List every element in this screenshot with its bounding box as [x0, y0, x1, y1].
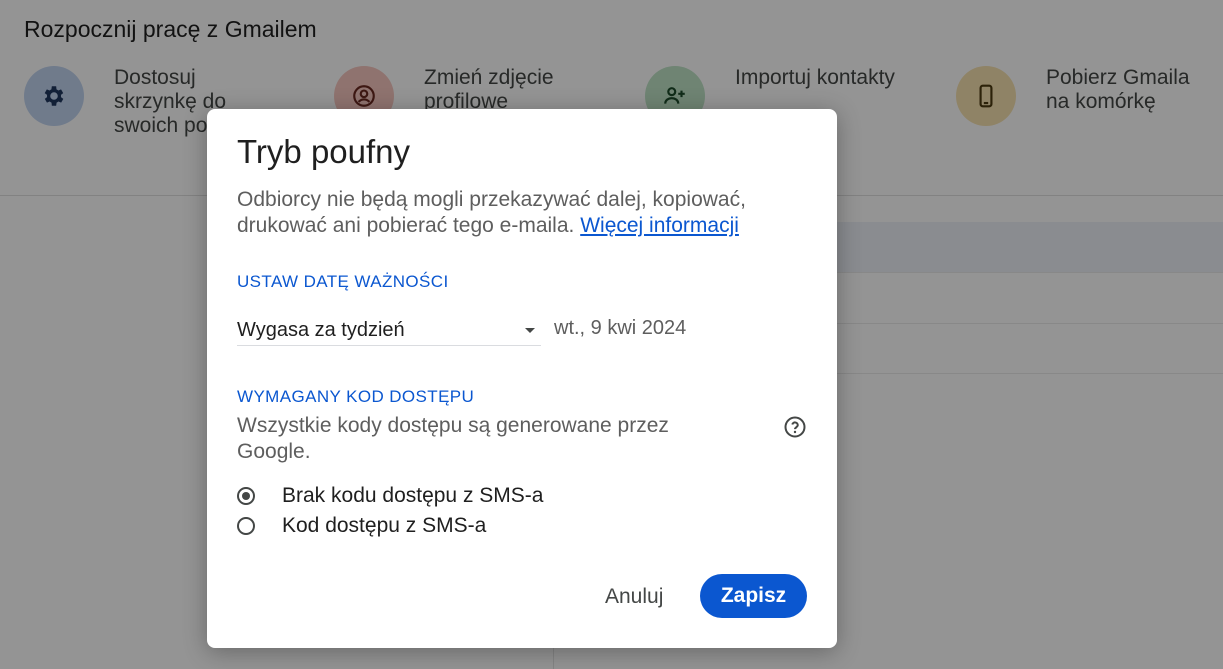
- help-icon[interactable]: [783, 415, 807, 439]
- dialog-description: Odbiorcy nie będą mogli przekazywać dale…: [237, 187, 797, 239]
- no-sms-passcode-option[interactable]: Brak kodu dostępu z SMS-a: [237, 484, 543, 508]
- cancel-button[interactable]: Anuluj: [597, 575, 671, 619]
- expiry-date: wt., 9 kwi 2024: [554, 317, 687, 339]
- sms-passcode-option[interactable]: Kod dostępu z SMS-a: [237, 514, 486, 538]
- passcode-description: Wszystkie kody dostępu są generowane prz…: [237, 414, 669, 463]
- save-button[interactable]: Zapisz: [700, 574, 807, 618]
- radio-label: Brak kodu dostępu z SMS-a: [282, 484, 544, 507]
- expiry-heading: USTAW DATĘ WAŻNOŚCI: [237, 272, 449, 291]
- radio-label: Kod dostępu z SMS-a: [282, 514, 487, 537]
- radio-button-unchecked[interactable]: [237, 517, 255, 535]
- learn-more-link[interactable]: Więcej informacji: [580, 214, 739, 237]
- expiry-dropdown[interactable]: Wygasa za tydzień: [237, 315, 541, 346]
- expiry-selected-value: Wygasa za tydzień: [237, 318, 405, 341]
- confidential-mode-dialog: Tryb poufny Odbiorcy nie będą mogli prze…: [207, 109, 837, 648]
- dialog-title: Tryb poufny: [237, 133, 411, 170]
- radio-button-checked[interactable]: [237, 487, 255, 505]
- passcode-heading: WYMAGANY KOD DOSTĘPU: [237, 387, 475, 406]
- dropdown-arrow-icon: [525, 327, 535, 333]
